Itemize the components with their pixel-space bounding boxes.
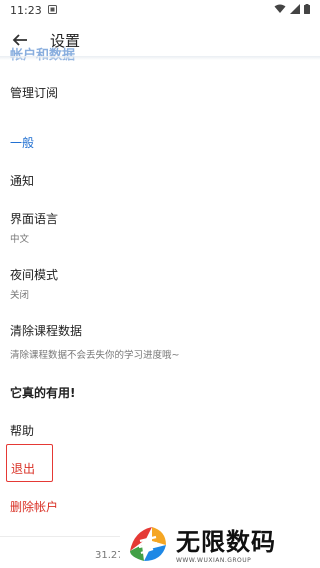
app-bar-shadow <box>0 56 320 60</box>
status-right <box>274 3 310 17</box>
signal-icon <box>290 3 300 17</box>
language-item[interactable]: 界面语言 <box>10 210 58 227</box>
battery-icon <box>304 3 310 17</box>
watermark-main: 无限数码 <box>176 528 276 556</box>
useful-item[interactable]: 它真的有用! <box>10 384 75 401</box>
section-general: 一般 <box>10 136 35 150</box>
clear-data-item[interactable]: 清除课程数据 <box>10 322 82 339</box>
logout-button[interactable]: 退出 <box>11 460 35 477</box>
night-mode-value: 关闭 <box>10 290 30 301</box>
night-mode-item[interactable]: 夜间模式 <box>10 266 58 283</box>
watermark-sub: WWW.WUXIAN.GROUP <box>176 557 252 564</box>
delete-account-button[interactable]: 删除帐户 <box>10 498 58 515</box>
status-left: 11:23 <box>10 4 57 17</box>
section-header-partial: 帐户和数据 <box>10 44 75 63</box>
language-value: 中文 <box>10 234 30 245</box>
watermark-logo-icon <box>130 527 166 561</box>
help-item[interactable]: 帮助 <box>10 422 34 439</box>
wifi-icon <box>274 4 286 17</box>
watermark: 无限数码 WWW.WUXIAN.GROUP <box>120 518 320 568</box>
clear-data-description: 清除课程数据不会丢失你的学习进度哦~ <box>10 350 180 361</box>
status-bar: 11:23 <box>0 0 320 20</box>
status-time: 11:23 <box>10 3 42 17</box>
notifications-item[interactable]: 通知 <box>10 172 34 189</box>
notification-icon <box>47 4 57 17</box>
manage-subscription-item[interactable]: 管理订阅 <box>10 84 58 101</box>
watermark-text: 无限数码 WWW.WUXIAN.GROUP <box>176 522 276 564</box>
